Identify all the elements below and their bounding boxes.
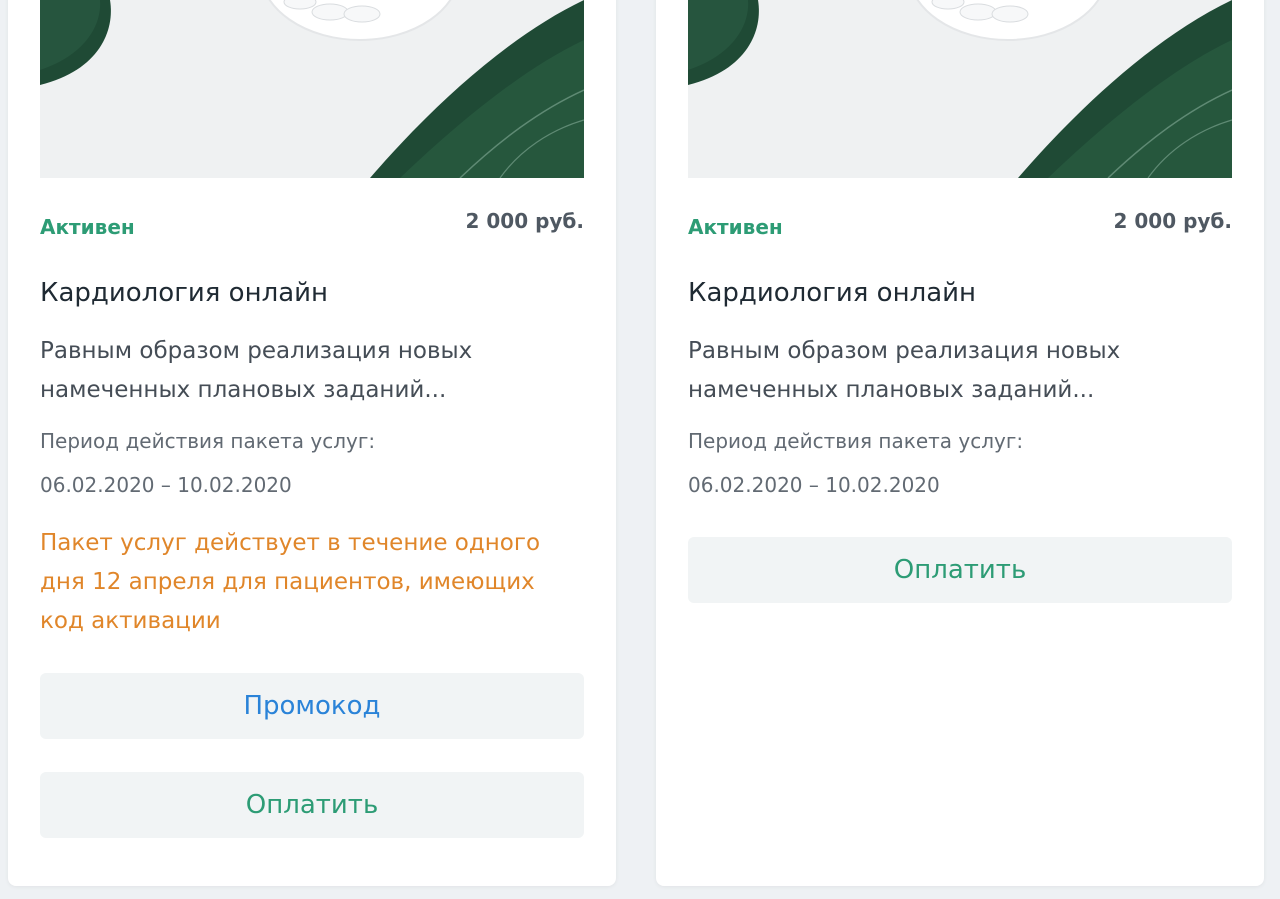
leaves-and-pills-image bbox=[40, 0, 584, 178]
pay-button[interactable]: Оплатить bbox=[40, 772, 584, 838]
package-description: Равным образом реализация новых намеченн… bbox=[688, 338, 1121, 403]
product-photo bbox=[40, 0, 584, 178]
price: 2 000 руб. bbox=[465, 209, 584, 233]
period-label: Период действия пакета услуг: bbox=[688, 429, 1024, 453]
activation-notice: Пакет услуг действует в течение одного д… bbox=[40, 530, 541, 634]
leaves-and-pills-image bbox=[688, 0, 1232, 178]
service-package-card: Активен 2 000 руб. Кардиология онлайн Ра… bbox=[8, 0, 616, 886]
promo-code-button[interactable]: Промокод bbox=[40, 673, 584, 739]
package-title: Кардиология онлайн bbox=[688, 278, 977, 308]
period-label: Период действия пакета услуг: bbox=[40, 429, 376, 453]
package-description: Равным образом реализация новых намеченн… bbox=[40, 338, 473, 403]
status-badge: Активен bbox=[40, 215, 135, 239]
pay-button[interactable]: Оплатить bbox=[688, 537, 1232, 603]
service-package-card: Активен 2 000 руб. Кардиология онлайн Ра… bbox=[656, 0, 1264, 886]
status-badge: Активен bbox=[688, 215, 783, 239]
price: 2 000 руб. bbox=[1113, 209, 1232, 233]
package-title: Кардиология онлайн bbox=[40, 278, 329, 308]
period-dates: 06.02.2020 – 10.02.2020 bbox=[688, 473, 940, 497]
period-dates: 06.02.2020 – 10.02.2020 bbox=[40, 473, 292, 497]
product-photo bbox=[688, 0, 1232, 178]
